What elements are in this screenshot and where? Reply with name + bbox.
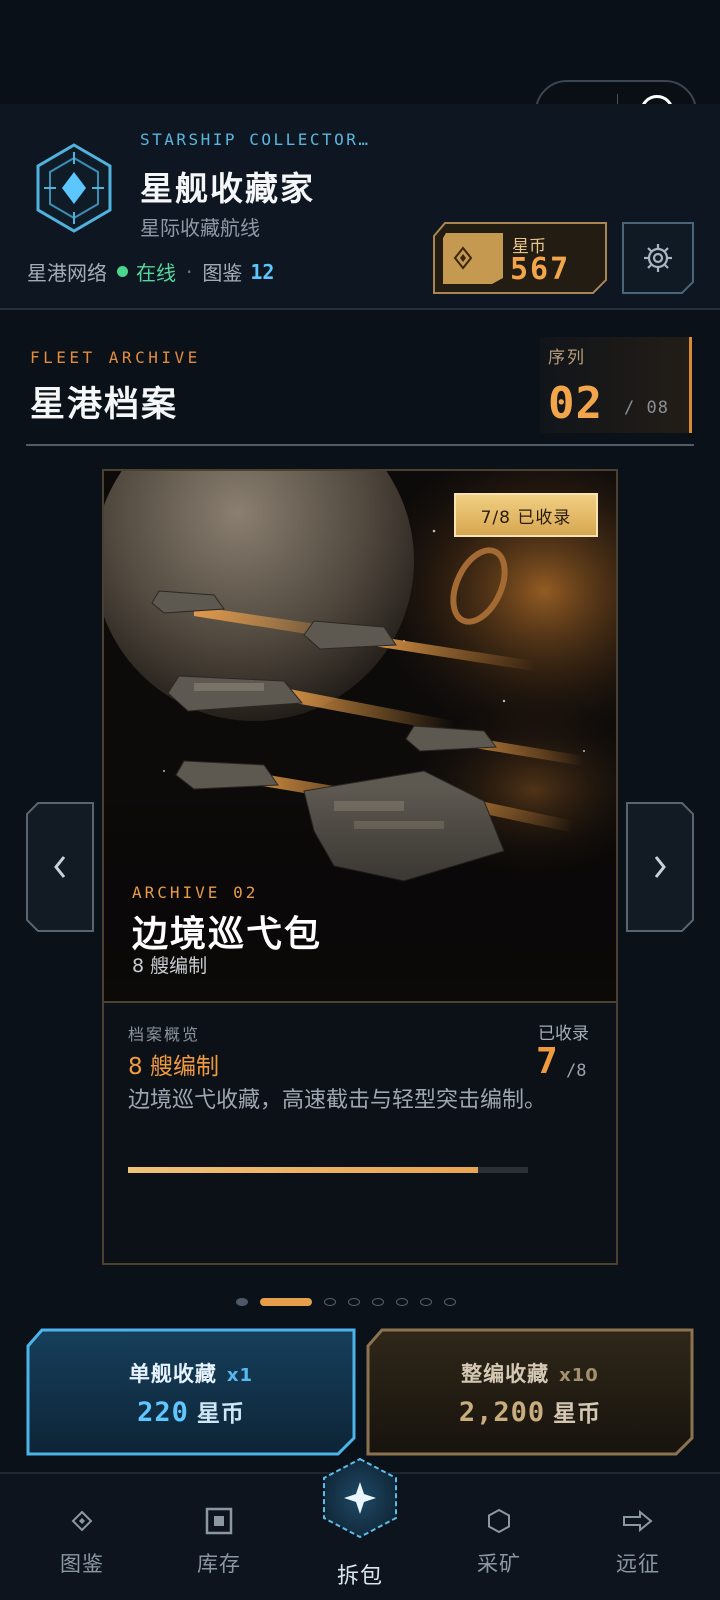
online-status: 在线	[136, 261, 176, 285]
app-title: 星舰收藏家	[140, 169, 315, 208]
overview-label: 档案概览	[128, 1025, 201, 1044]
collected-number: 7	[536, 1041, 558, 1082]
catalog-label: 图鉴	[202, 261, 243, 285]
fleet-collect-button[interactable]: 整编收藏 x10 2,200 星币	[366, 1328, 694, 1456]
fleet-collect-title: 整编收藏	[461, 1362, 550, 1386]
square-box-icon	[205, 1507, 233, 1535]
section-divider	[26, 444, 694, 446]
nav-label-expedition: 远征	[616, 1552, 660, 1576]
settings-button[interactable]	[622, 222, 694, 294]
section-title-en: FLEET ARCHIVE	[30, 348, 201, 367]
archive-title: 边境巡弋包	[132, 914, 323, 955]
pagination-dot[interactable]	[260, 1298, 312, 1306]
pagination-dot[interactable]	[324, 1298, 336, 1306]
pagination-dot[interactable]	[420, 1298, 432, 1306]
sequence-label: 序列	[548, 348, 586, 368]
network-label: 星港网络	[27, 261, 107, 285]
single-collect-title: 单舰收藏	[128, 1362, 217, 1386]
overview-count: 8 艘编制	[128, 1054, 219, 1080]
pagination-dot[interactable]	[444, 1298, 456, 1306]
nav-item-catalog[interactable]: 图鉴	[27, 1472, 137, 1600]
pagination-dot[interactable]	[396, 1298, 408, 1306]
pagination-dot[interactable]	[348, 1298, 360, 1306]
nav-label-inventory: 库存	[197, 1552, 241, 1576]
catalog-count: 12	[250, 259, 275, 284]
single-collect-price: 220	[137, 1397, 189, 1428]
carousel-pagination[interactable]	[236, 1296, 456, 1308]
app-subtitle: 星际收藏航线	[140, 216, 260, 240]
single-collect-unit: 星币	[196, 1401, 245, 1427]
nav-label-mining: 采矿	[477, 1552, 521, 1576]
collected-total: /8	[566, 1061, 587, 1081]
single-collect-multiplier: x1	[226, 1365, 254, 1386]
collection-progress-fill	[128, 1167, 478, 1173]
pagination-dot[interactable]	[372, 1298, 384, 1306]
collection-progress-bar	[128, 1167, 528, 1173]
pagination-dot[interactable]	[236, 1298, 248, 1306]
nav-item-mining[interactable]: 采矿	[444, 1472, 554, 1600]
app-name-en: STARSHIP COLLECTOR…	[140, 130, 371, 149]
online-dot-icon	[117, 266, 128, 277]
nav-label-unpack: 拆包	[336, 1564, 383, 1589]
arrow-right-icon	[623, 1509, 653, 1533]
sequence-current: 02	[548, 378, 603, 429]
sparkle-hexagon-icon	[323, 1457, 397, 1539]
nav-label-catalog: 图鉴	[60, 1552, 104, 1576]
nav-item-inventory[interactable]: 库存	[164, 1472, 274, 1600]
diamond-outline-icon	[71, 1510, 93, 1532]
nav-item-expedition[interactable]: 远征	[583, 1472, 693, 1600]
prev-archive-button[interactable]	[26, 802, 94, 932]
coin-value: 567	[510, 252, 571, 287]
single-collect-button[interactable]: 单舰收藏 x1 220 星币	[26, 1328, 356, 1456]
archive-description: 边境巡弋收藏，高速截击与轻型突击编制。	[128, 1088, 547, 1113]
fleet-collect-price: 2,200	[458, 1397, 546, 1428]
nav-item-unpack[interactable]: 拆包	[312, 1454, 408, 1600]
status-separator: ·	[186, 259, 193, 284]
collected-badge: 7/8 已收录	[454, 493, 598, 537]
next-archive-button[interactable]	[626, 802, 694, 932]
hexagon-icon	[488, 1508, 510, 1534]
archive-subtitle: 8 艘编制	[132, 955, 208, 977]
diamond-emblem-icon	[36, 143, 112, 233]
fleet-collect-unit: 星币	[553, 1401, 602, 1427]
network-status: 星港网络 在线 · 图鉴 12	[27, 257, 274, 286]
archive-code: ARCHIVE 02	[132, 883, 259, 902]
archive-card[interactable]: 7/8 已收录 ARCHIVE 02 边境巡弋包 8 艘编制 档案概览 8 艘编…	[102, 469, 618, 1265]
section-title: 星港档案	[30, 385, 179, 425]
fleet-collect-multiplier: x10	[559, 1365, 599, 1386]
sequence-total: / 08	[624, 398, 669, 418]
